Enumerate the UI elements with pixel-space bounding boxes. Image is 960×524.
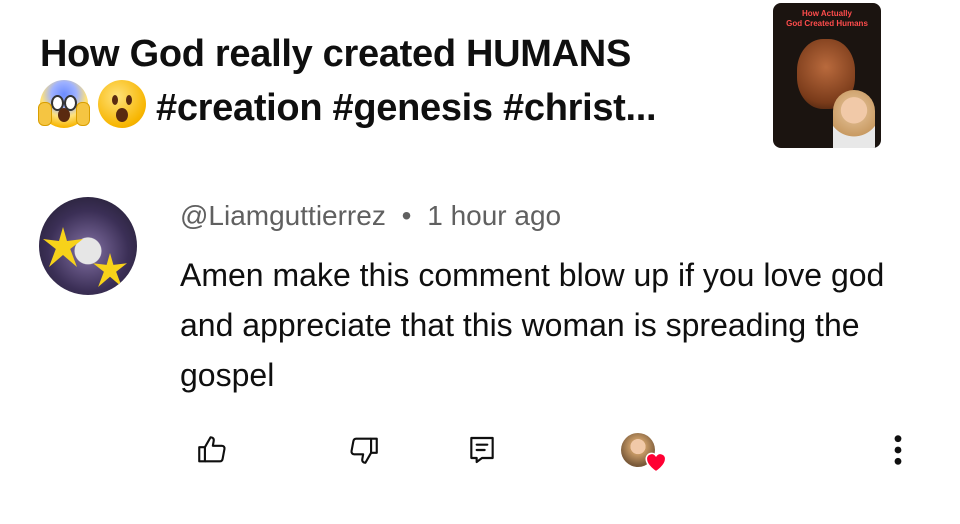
reply-button[interactable] <box>462 430 502 470</box>
comment-author[interactable]: @Liamguttierrez <box>180 200 386 231</box>
separator-dot: • <box>401 200 412 231</box>
video-title-hashtags: #creation #genesis #christ... <box>156 87 657 129</box>
video-title[interactable]: How God really created HUMANS #creation … <box>38 28 740 134</box>
video-title-line2: #creation #genesis #christ... <box>38 80 740 134</box>
creator-heart-badge <box>610 430 667 473</box>
creator-avatar <box>621 433 667 473</box>
face-screaming-emoji-icon <box>38 80 90 128</box>
commenter-avatar[interactable] <box>39 197 137 295</box>
like-button[interactable] <box>192 430 232 470</box>
like-icon <box>198 436 226 463</box>
dislike-icon <box>350 437 378 464</box>
comment-header: @Liamguttierrez • 1 hour ago <box>180 200 561 232</box>
more-vertical-icon <box>894 435 902 465</box>
heart-icon <box>645 452 667 473</box>
hushed-face-emoji-icon <box>98 80 146 128</box>
comment-time: 1 hour ago <box>427 200 562 231</box>
video-title-line1: How God really created HUMANS <box>40 33 631 75</box>
reply-icon <box>470 436 494 464</box>
thumbnail-creator-image <box>833 90 875 148</box>
video-thumbnail[interactable]: How Actually God Created Humans <box>773 3 881 148</box>
thumbnail-caption: How Actually God Created Humans <box>786 9 868 28</box>
comment-text: Amen make this comment blow up if you lo… <box>180 257 885 393</box>
dislike-button[interactable] <box>344 430 384 470</box>
more-options-button[interactable] <box>878 430 918 470</box>
